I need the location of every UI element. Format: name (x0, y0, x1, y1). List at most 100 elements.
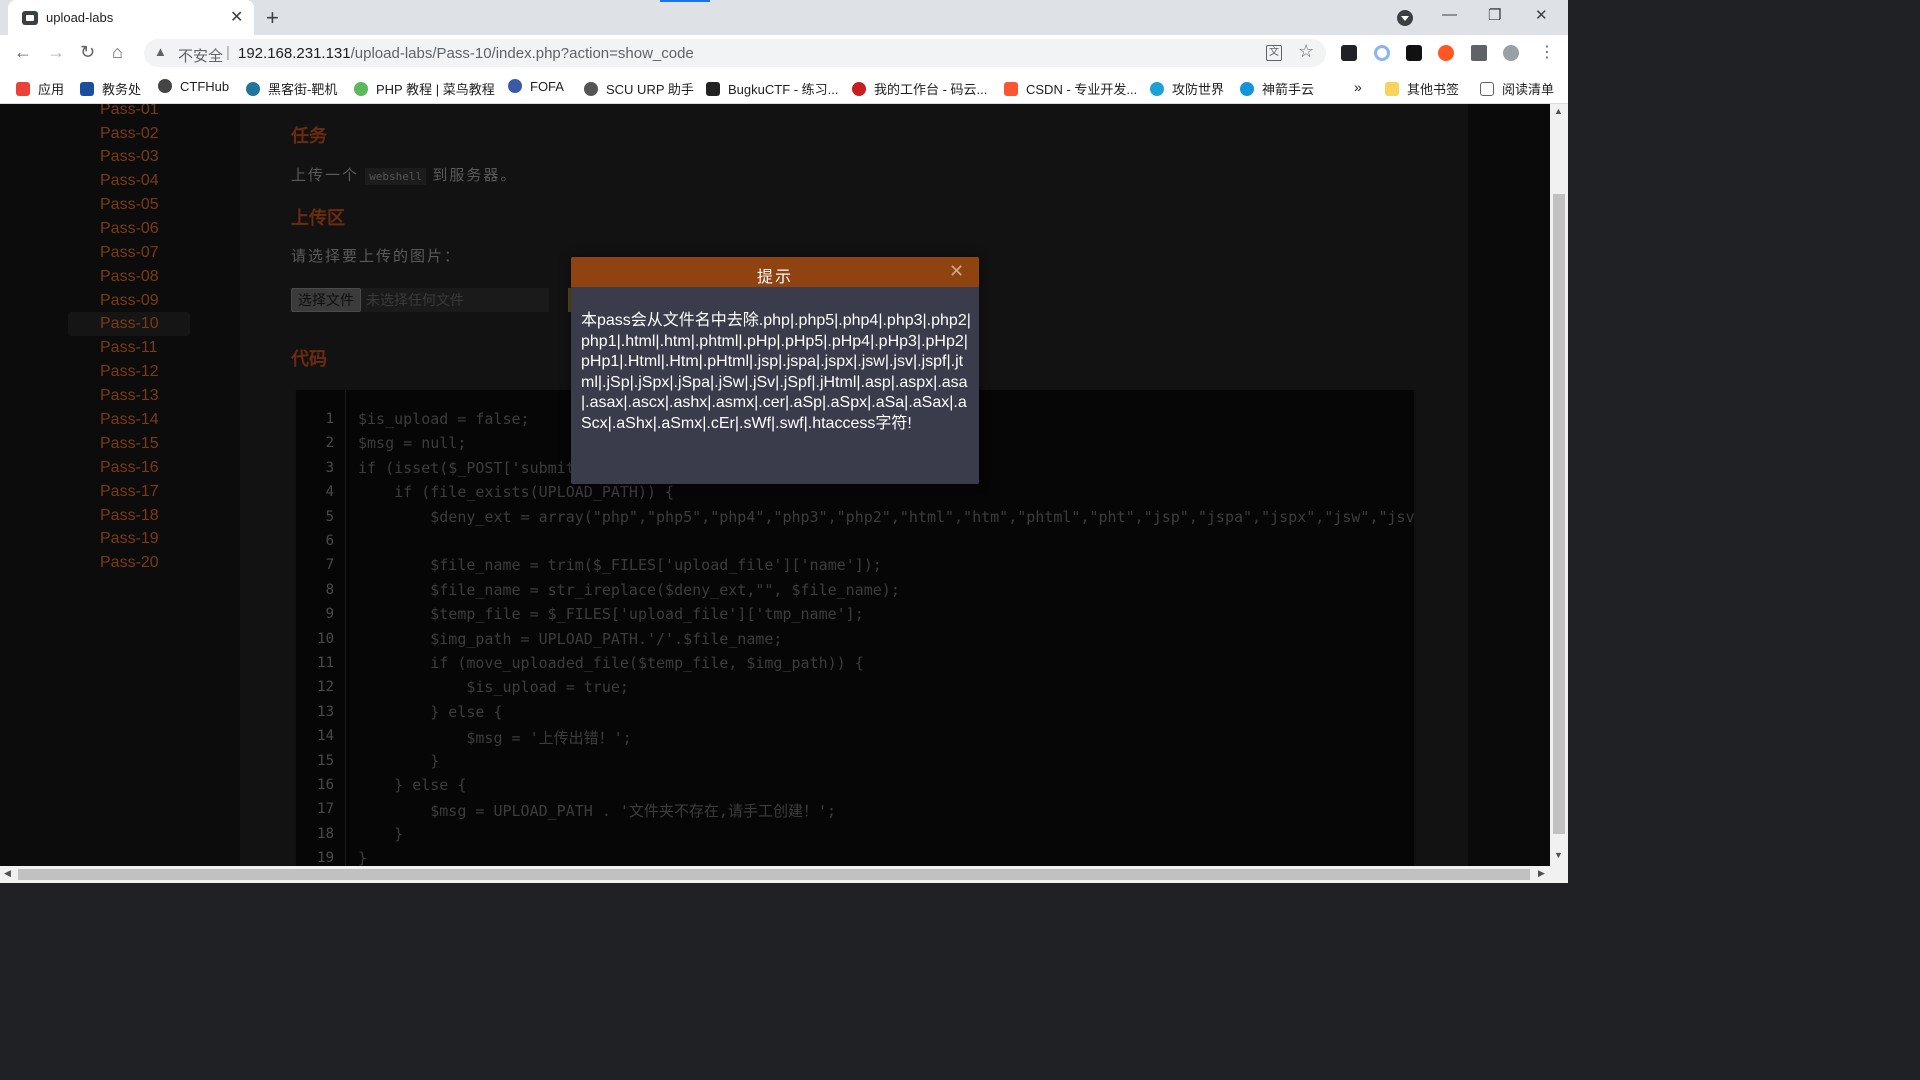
sidebar-item-pass-06[interactable]: Pass-06 (68, 217, 190, 241)
warning-icon[interactable]: ▲ (154, 44, 167, 59)
code-line-number: 12 (317, 679, 334, 696)
puzzle-icon[interactable] (1471, 45, 1487, 61)
sidebar-item-pass-13[interactable]: Pass-13 (68, 384, 190, 408)
code-line-number: 7 (325, 557, 334, 574)
sidebar-item-pass-08[interactable]: Pass-08 (68, 265, 190, 289)
task-heading: 任务 (291, 126, 327, 146)
sidebar-item-pass-09[interactable]: Pass-09 (68, 289, 190, 313)
code-line-number: 16 (317, 777, 334, 793)
sidebar: Pass-01 Pass-02 Pass-03 Pass-04 Pass-05 … (0, 104, 240, 866)
bookmark-reading-list[interactable]: 阅读清单 (1480, 79, 1554, 98)
new-tab-button[interactable]: + (266, 5, 279, 31)
bookmark-csdn[interactable]: CSDN - 专业开发... (1004, 79, 1137, 98)
sidebar-item-pass-07[interactable]: Pass-07 (68, 241, 190, 265)
infinity-ext-icon[interactable] (1438, 45, 1454, 61)
sidebar-item-pass-17[interactable]: Pass-17 (68, 480, 190, 504)
code-line: $file_name = str_ireplace($deny_ext,"", … (358, 580, 900, 599)
tab-bar: upload-labs ✕ + — ❐ ✕ (0, 0, 1568, 35)
close-window-button[interactable]: ✕ (1535, 6, 1548, 24)
bookmarks-bar: 应用 教务处 CTFHub 黑客街-靶机 PHP 教程 | 菜鸟教程 FOFA … (0, 71, 1568, 104)
vertical-scroll-thumb[interactable] (1553, 194, 1565, 834)
upload-prompt: 请选择要上传的图片： (291, 248, 462, 265)
right-gutter (1468, 104, 1550, 866)
dialog-title: 提示 (756, 269, 793, 286)
tab-close-icon[interactable]: ✕ (230, 7, 243, 27)
bookmark-other[interactable]: 其他书签 (1385, 79, 1459, 98)
address-bar[interactable]: ▲ 不安全 | 192.168.231.131/upload-labs/Pass… (144, 39, 1326, 67)
bookmark-star-icon[interactable]: ☆ (1298, 41, 1314, 62)
bugku-icon (706, 82, 720, 96)
scroll-up-arrow-icon[interactable]: ▲ (1554, 106, 1563, 116)
code-line-number: 18 (317, 825, 334, 842)
circle-ext-icon[interactable] (1374, 45, 1390, 61)
sidebar-item-pass-12[interactable]: Pass-12 (68, 360, 190, 384)
bookmark-fofa[interactable]: FOFA (508, 79, 564, 94)
tampermonkey-icon[interactable] (1341, 45, 1357, 61)
gitee-icon (852, 82, 866, 96)
horizontal-scroll-thumb[interactable] (18, 869, 1530, 880)
hint-dialog: 提示 ✕ 本pass会从文件名中去除.php|.php5|.php4|.php3… (571, 257, 979, 484)
sidebar-item-pass-01[interactable]: Pass-01 (68, 104, 190, 122)
scroll-down-arrow-icon[interactable]: ▼ (1554, 850, 1563, 860)
choose-file-button[interactable]: 选择文件 (291, 288, 361, 312)
dialog-close-icon[interactable]: ✕ (949, 261, 964, 282)
sidebar-item-pass-18[interactable]: Pass-18 (68, 504, 190, 528)
folder-icon (1385, 82, 1399, 96)
bookmark-shenjianshou[interactable]: 神箭手云 (1240, 79, 1314, 98)
sidebar-item-pass-16[interactable]: Pass-16 (68, 456, 190, 480)
code-line: } (358, 824, 404, 843)
h-ext-icon[interactable] (1406, 45, 1422, 61)
url-text[interactable]: 192.168.231.131/upload-labs/Pass-10/inde… (238, 45, 694, 62)
code-line-number: 4 (325, 484, 334, 501)
code-line-number: 5 (325, 508, 334, 525)
translate-icon[interactable]: 文 (1266, 45, 1282, 61)
upload-heading: 上传区 (291, 208, 345, 228)
code-line-number: 8 (325, 581, 334, 598)
bookmark-apps[interactable]: 应用 (16, 79, 64, 98)
scroll-left-arrow-icon[interactable]: ◀ (4, 868, 11, 879)
tab-search-icon[interactable] (1397, 10, 1413, 26)
sidebar-item-pass-11[interactable]: Pass-11 (68, 336, 190, 360)
profile-icon[interactable] (1503, 45, 1519, 61)
bookmark-scu-urp[interactable]: SCU URP 助手 (584, 79, 694, 98)
sidebar-item-pass-15[interactable]: Pass-15 (68, 432, 190, 456)
vertical-scrollbar[interactable]: ▲ ▼ (1550, 104, 1568, 866)
bookmark-ctfhub[interactable]: CTFHub (158, 79, 229, 94)
bookmark-gitee[interactable]: 我的工作台 - 码云... (852, 79, 987, 98)
code-line: if (isset($_POST['submit (358, 458, 575, 477)
code-line: if (file_exists(UPLOAD_PATH)) { (358, 483, 675, 502)
restore-button[interactable]: ❐ (1488, 6, 1501, 24)
scroll-right-arrow-icon[interactable]: ▶ (1538, 868, 1545, 879)
code-line: $is_upload = false; (358, 410, 530, 428)
home-icon[interactable]: ⌂ (112, 42, 123, 63)
bookmarks-overflow-icon[interactable]: » (1354, 79, 1362, 95)
menu-icon[interactable]: ⋮ (1539, 42, 1555, 62)
sidebar-item-pass-02[interactable]: Pass-02 (68, 122, 190, 146)
reload-icon[interactable]: ↻ (80, 42, 95, 63)
sidebar-item-pass-10[interactable]: Pass-10 (68, 312, 190, 336)
bookmark-adworld[interactable]: 攻防世界 (1150, 79, 1224, 98)
back-icon[interactable]: ← (14, 42, 32, 63)
sidebar-item-pass-20[interactable]: Pass-20 (68, 551, 190, 575)
sidebar-item-pass-03[interactable]: Pass-03 (68, 145, 190, 169)
tab-strip-indicator (660, 0, 710, 2)
horizontal-scrollbar[interactable]: ◀ ▶ (0, 866, 1568, 883)
runoob-icon (354, 82, 368, 96)
bookmark-runoob[interactable]: PHP 教程 | 菜鸟教程 (354, 79, 495, 98)
minimize-button[interactable]: — (1442, 6, 1457, 23)
bookmark-bugkuctf[interactable]: BugkuCTF - 练习... (706, 79, 839, 98)
tab-upload-labs[interactable]: upload-labs ✕ (8, 0, 254, 35)
bookmark-hackerstreet[interactable]: 黑客街-靶机 (246, 79, 337, 98)
sidebar-item-pass-14[interactable]: Pass-14 (68, 408, 190, 432)
sidebar-item-pass-05[interactable]: Pass-05 (68, 193, 190, 217)
security-label[interactable]: 不安全 (178, 45, 223, 66)
ctfhub-icon (158, 79, 172, 93)
forward-icon[interactable]: → (47, 42, 65, 63)
code-line: $msg = null; (358, 434, 467, 453)
code-line: $is_upload = true; (358, 678, 629, 697)
reading-list-icon (1480, 82, 1494, 96)
code-line-number: 3 (325, 459, 334, 476)
bookmark-jiaowuchu[interactable]: 教务处 (80, 79, 141, 98)
sidebar-item-pass-04[interactable]: Pass-04 (68, 169, 190, 193)
sidebar-item-pass-19[interactable]: Pass-19 (68, 527, 190, 551)
